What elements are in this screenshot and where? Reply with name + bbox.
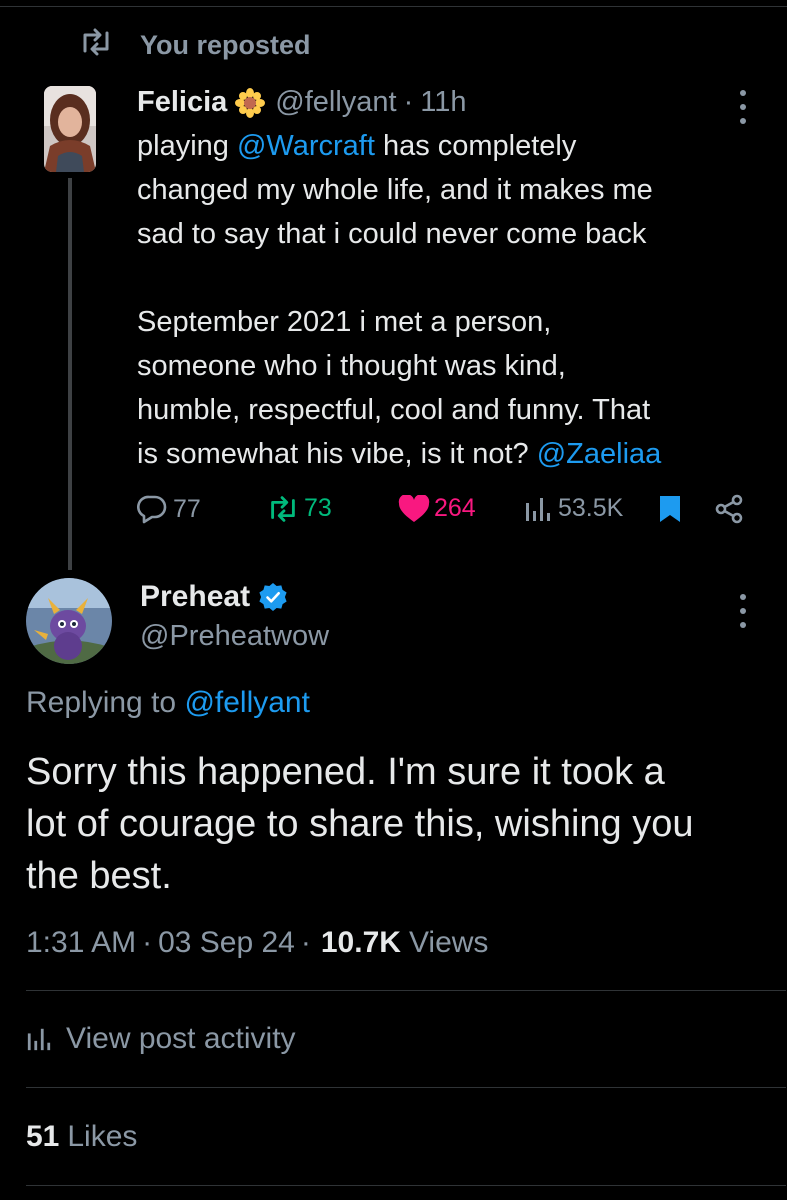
mention-link[interactable]: @Zaeliaa: [537, 438, 662, 470]
reply-action[interactable]: 77: [137, 494, 201, 524]
likes-summary[interactable]: 51 Likes: [26, 1120, 137, 1154]
views-action[interactable]: 53.5K: [524, 494, 623, 523]
post-line: humble, respectful, cool and funny. That: [137, 388, 757, 432]
sunflower-emoji-icon: [235, 87, 266, 118]
repost-icon: [266, 495, 300, 523]
post-text-segment: September 2021 i met a person,: [137, 306, 552, 338]
reply-icon: [137, 494, 167, 524]
repost-label: You reposted: [140, 30, 311, 60]
reply-count: 77: [173, 494, 201, 523]
share-button[interactable]: [714, 494, 744, 524]
post-date[interactable]: 03 Sep 24: [158, 926, 295, 960]
reply-views-count: 10.7K: [320, 926, 401, 959]
meta-separator: ·: [300, 926, 311, 959]
post-line: playing @Warcraft has completely: [137, 124, 757, 168]
like-count: 264: [434, 494, 476, 522]
reply-author-handle[interactable]: @Preheatwow: [140, 620, 329, 653]
post-line: September 2021 i met a person,: [137, 300, 757, 344]
analytics-icon: [524, 495, 552, 523]
post-text-segment: humble, respectful, cool and funny. That: [137, 394, 651, 426]
heart-icon: [398, 494, 430, 523]
likes-count: 51: [26, 1120, 60, 1153]
post-timestamp[interactable]: 1:31 AM: [26, 926, 136, 960]
replying-to: Replying to @fellyant: [26, 686, 310, 720]
preheat-avatar[interactable]: [26, 578, 112, 664]
author-name[interactable]: Felicia: [137, 86, 227, 119]
divider: [26, 990, 786, 991]
reply-views-label: Views: [408, 926, 489, 959]
activity-label: View post activity: [66, 1022, 296, 1055]
replying-prefix: Replying to: [26, 686, 177, 719]
share-icon: [714, 494, 744, 524]
original-post-header: Felicia @fellyant · 11h: [137, 86, 467, 119]
repost-count: 73: [304, 494, 332, 522]
post-line: sad to say that i could never come back: [137, 212, 757, 256]
post-line: someone who i thought was kind,: [137, 344, 757, 388]
bookmark-icon: [658, 494, 682, 524]
repost-context: You reposted: [78, 28, 311, 63]
post-time[interactable]: 11h: [420, 86, 466, 119]
original-post-text: playing @Warcraft has completely changed …: [137, 124, 757, 476]
view-post-activity-link[interactable]: View post activity: [26, 1022, 296, 1056]
post-metadata: 1:31 AM · 03 Sep 24 · 10.7K Views: [26, 926, 488, 960]
header-separator: ·: [403, 86, 414, 118]
post-line: is somewhat his vibe, is it not? @Zaelia…: [137, 432, 757, 476]
top-divider: [0, 0, 787, 7]
bookmark-button[interactable]: [658, 494, 682, 524]
repost-icon: [78, 28, 114, 63]
post-text-segment: has completely: [374, 130, 577, 162]
reply-author-name[interactable]: Preheat: [140, 580, 250, 614]
repost-action[interactable]: 73: [266, 494, 332, 523]
post-text-segment: is somewhat his vibe, is it not?: [137, 438, 537, 470]
reply-post-text: Sorry this happened. I'm sure it took a …: [26, 746, 766, 902]
views-count: 53.5K: [558, 494, 624, 522]
reply-line: lot of courage to share this, wishing yo…: [26, 803, 694, 845]
post-text-segment: playing: [137, 130, 237, 162]
more-icon[interactable]: [738, 90, 748, 124]
post-line: changed my whole life, and it makes me: [137, 168, 757, 212]
verified-badge-icon: [258, 582, 288, 612]
reply-author-row: Preheat: [140, 580, 288, 614]
post-text-segment: someone who i thought was kind,: [137, 350, 566, 382]
author-handle[interactable]: @fellyant: [275, 86, 396, 119]
meta-separator: ·: [142, 926, 153, 959]
felicia-avatar[interactable]: [44, 86, 96, 172]
likes-label: Likes: [67, 1120, 138, 1153]
divider: [26, 1185, 786, 1186]
more-icon[interactable]: [738, 594, 748, 628]
like-action[interactable]: 264: [398, 494, 476, 523]
divider: [26, 1087, 786, 1088]
reply-line: Sorry this happened. I'm sure it took a: [26, 751, 665, 793]
analytics-icon: [26, 1026, 52, 1052]
reply-line: the best.: [26, 855, 172, 897]
mention-link[interactable]: @Warcraft: [237, 130, 375, 162]
post-text-segment: changed my whole life, and it makes me: [137, 174, 653, 206]
thread-connector-line: [68, 178, 72, 570]
post-text-segment: sad to say that i could never come back: [137, 218, 647, 250]
replying-handle-link[interactable]: @fellyant: [184, 686, 310, 719]
